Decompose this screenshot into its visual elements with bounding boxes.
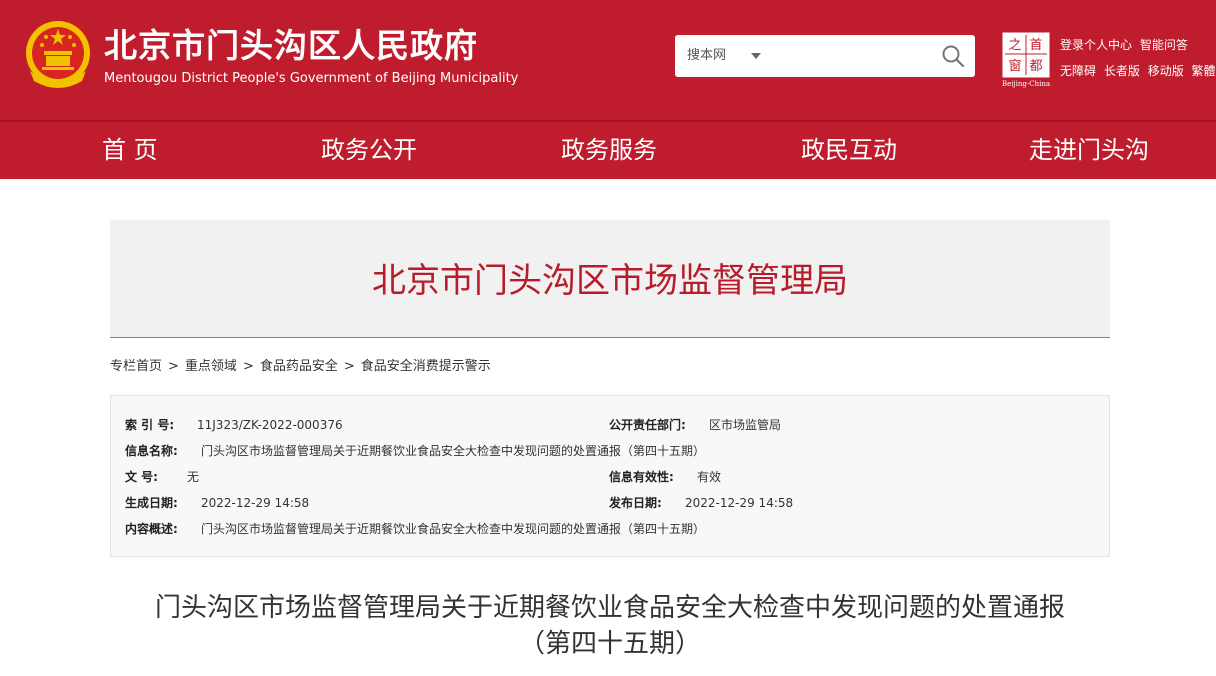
site-header: 北京市门头沟区人民政府 Mentougou District People's … <box>0 0 1216 122</box>
column-banner: 北京市门头沟区市场监督管理局 <box>110 220 1110 338</box>
traditional-chinese-link[interactable]: 繁體 <box>1192 64 1216 78</box>
index-value: 11J323/ZK-2022-000376 <box>197 418 343 432</box>
nav-item-about-mentougou[interactable]: 走进门头沟 <box>1029 122 1149 179</box>
site-subtitle: Mentougou District People's Government o… <box>104 71 519 86</box>
capital-logo-char: 都 <box>1029 59 1042 74</box>
summary-value: 门头沟区市场监督管理局关于近期餐饮业食品安全大检查中发现问题的处置通报（第四十五… <box>201 522 706 536</box>
docno-value: 无 <box>187 470 200 484</box>
banner-title: 北京市门头沟区市场监督管理局 <box>372 261 848 301</box>
name-value: 门头沟区市场监督管理局关于近期餐饮业食品安全大检查中发现问题的处置通报（第四十五… <box>201 444 706 458</box>
elder-version-link[interactable]: 长者版 <box>1104 64 1140 78</box>
breadcrumb: 专栏首页 > 重点领域 > 食品药品安全 > 食品安全消费提示警示 <box>110 358 491 376</box>
index-label: 索 引 号: <box>125 418 175 432</box>
nav-item-gov-services[interactable]: 政务服务 <box>561 122 657 179</box>
published-date-label: 发布日期: <box>609 496 662 510</box>
search-input[interactable] <box>771 43 931 69</box>
article-title-line2: （第四十五期） <box>518 629 701 659</box>
nav-item-interaction[interactable]: 政民互动 <box>801 122 897 179</box>
capital-window-logo[interactable]: 首 都 之 窗 Beijing-China <box>1002 32 1050 88</box>
mobile-version-link[interactable]: 移动版 <box>1148 64 1184 78</box>
created-date-value: 2022-12-29 14:58 <box>201 496 310 510</box>
national-emblem-icon[interactable] <box>24 19 92 91</box>
document-info-table: 索 引 号: 11J323/ZK-2022-000376 公开责任部门: 区市场… <box>110 395 1110 557</box>
site-title[interactable]: 北京市门头沟区人民政府 <box>104 26 478 66</box>
dept-label: 公开责任部门: <box>609 418 686 432</box>
search-scope-select[interactable]: 搜本网 <box>687 47 726 65</box>
breadcrumb-item[interactable]: 食品药品安全 <box>260 359 338 374</box>
name-label: 信息名称: <box>125 444 178 458</box>
published-date-value: 2022-12-29 14:58 <box>685 496 794 510</box>
nav-item-home[interactable]: 首 页 <box>102 122 158 179</box>
header-links-bottom: 无障碍 长者版 移动版 繁體 <box>1060 63 1216 79</box>
breadcrumb-item[interactable]: 重点领域 <box>185 359 237 374</box>
chevron-down-icon[interactable] <box>751 53 761 59</box>
article-title-line1: 门头沟区市场监督管理局关于近期餐饮业食品安全大检查中发现问题的处置通报 <box>154 593 1065 623</box>
smart-qa-link[interactable]: 智能问答 <box>1140 38 1188 52</box>
breadcrumb-separator: > <box>168 359 179 374</box>
main-nav: 首 页 政务公开 政务服务 政民互动 走进门头沟 <box>0 122 1216 179</box>
capital-logo-char: 窗 <box>1008 58 1021 74</box>
breadcrumb-separator: > <box>343 359 355 374</box>
header-links-top: 登录个人中心 智能问答 <box>1060 37 1192 53</box>
dept-value: 区市场监管局 <box>709 418 782 432</box>
breadcrumb-item[interactable]: 专栏首页 <box>110 359 162 374</box>
docno-label: 文 号: <box>125 470 158 484</box>
search-icon[interactable] <box>941 44 965 68</box>
nav-item-gov-affairs-public[interactable]: 政务公开 <box>321 122 417 179</box>
login-link[interactable]: 登录个人中心 <box>1060 38 1132 52</box>
capital-logo-char: 之 <box>1008 38 1021 53</box>
validity-label: 信息有效性: <box>609 470 674 484</box>
search-box: 搜本网 <box>675 35 975 77</box>
article-title: 门头沟区市场监督管理局关于近期餐饮业食品安全大检查中发现问题的处置通报 （第四十… <box>110 590 1110 662</box>
accessibility-link[interactable]: 无障碍 <box>1060 64 1096 78</box>
breadcrumb-item[interactable]: 食品安全消费提示警示 <box>361 359 491 374</box>
created-date-label: 生成日期: <box>125 496 178 510</box>
capital-logo-caption: Beijing-China <box>1002 80 1050 88</box>
summary-label: 内容概述: <box>125 522 178 536</box>
breadcrumb-separator: > <box>242 359 254 374</box>
capital-logo-char: 首 <box>1029 38 1042 53</box>
validity-value: 有效 <box>697 470 722 484</box>
